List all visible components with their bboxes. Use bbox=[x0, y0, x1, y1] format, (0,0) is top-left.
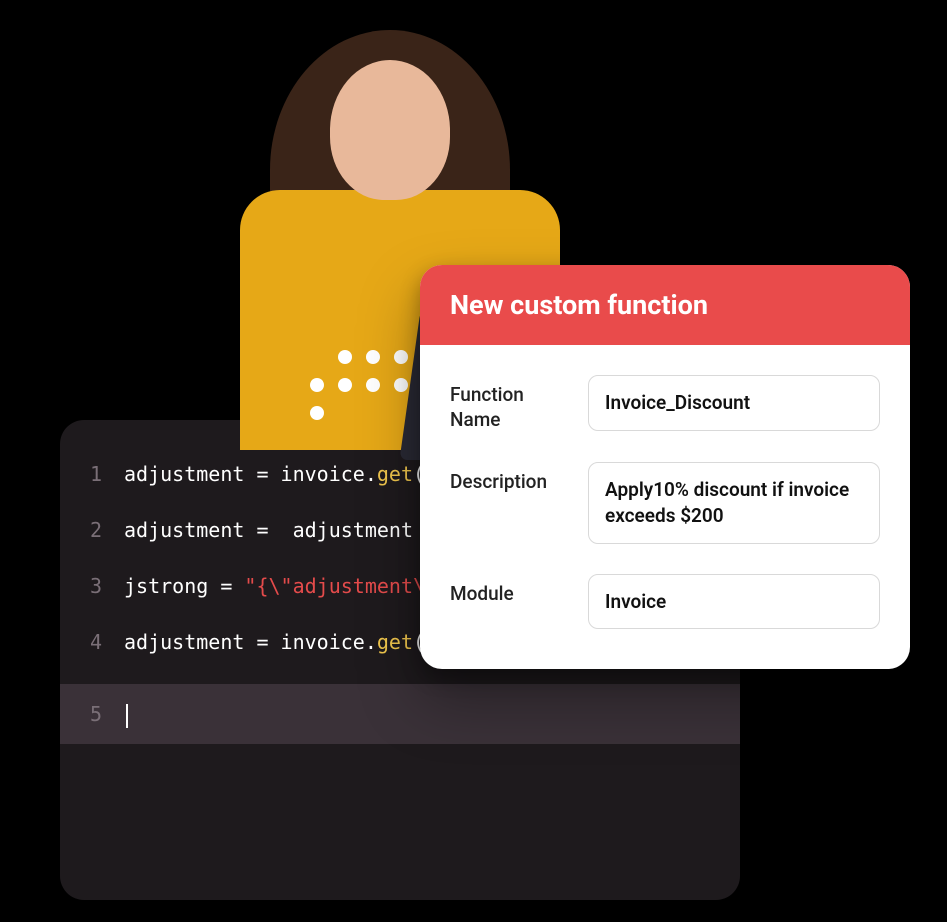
field-description: Description Apply10% discount if invoice… bbox=[450, 462, 880, 543]
dot-icon bbox=[310, 378, 324, 392]
panel-body: Function Name Invoice_Discount Descripti… bbox=[420, 345, 910, 669]
code-token: invoice bbox=[281, 462, 365, 486]
code-cursor-area[interactable] bbox=[124, 700, 128, 728]
function-name-input[interactable]: Invoice_Discount bbox=[588, 375, 880, 431]
module-label: Module bbox=[450, 574, 570, 607]
code-token: adjustment bbox=[124, 518, 256, 542]
code-token: adjustment bbox=[124, 462, 256, 486]
code-token: invoice bbox=[281, 630, 365, 654]
code-token: jstrong bbox=[124, 574, 220, 598]
line-number: 2 bbox=[90, 516, 124, 544]
code-content[interactable]: adjustment = invoice.get("ad bbox=[124, 460, 461, 488]
module-input[interactable]: Invoice bbox=[588, 574, 880, 630]
code-token: get bbox=[377, 462, 413, 486]
code-token: . bbox=[365, 630, 377, 654]
code-token: = bbox=[256, 518, 292, 542]
dot-icon bbox=[366, 350, 380, 364]
line-number: 4 bbox=[90, 628, 124, 656]
field-function-name: Function Name Invoice_Discount bbox=[450, 375, 880, 432]
dot-icon bbox=[310, 406, 324, 420]
dot-icon bbox=[338, 378, 352, 392]
code-token: = bbox=[256, 630, 280, 654]
dot-icon bbox=[338, 350, 352, 364]
code-token: = bbox=[256, 462, 280, 486]
code-token: adjustment bbox=[293, 518, 425, 542]
line-number: 3 bbox=[90, 572, 124, 600]
line-number: 5 bbox=[90, 700, 124, 728]
dot-icon bbox=[394, 350, 408, 364]
description-input[interactable]: Apply10% discount if invoice exceeds $20… bbox=[588, 462, 880, 543]
field-module: Module Invoice bbox=[450, 574, 880, 630]
code-current-line[interactable]: 5 bbox=[60, 684, 740, 744]
cursor-icon bbox=[126, 704, 128, 728]
dot-icon bbox=[394, 378, 408, 392]
code-token: . bbox=[365, 462, 377, 486]
new-custom-function-panel: New custom function Function Name Invoic… bbox=[420, 265, 910, 669]
description-label: Description bbox=[450, 462, 570, 495]
hero-head-shape bbox=[330, 60, 450, 200]
code-token: get bbox=[377, 630, 413, 654]
code-content[interactable]: adjustment = invoice.get("ad bbox=[124, 628, 461, 656]
decorative-dots bbox=[310, 350, 408, 420]
function-name-label: Function Name bbox=[450, 375, 570, 432]
dot-icon bbox=[366, 378, 380, 392]
code-token: = bbox=[220, 574, 244, 598]
panel-title: New custom function bbox=[420, 265, 910, 345]
line-number: 1 bbox=[90, 460, 124, 488]
code-token: adjustment bbox=[124, 630, 256, 654]
